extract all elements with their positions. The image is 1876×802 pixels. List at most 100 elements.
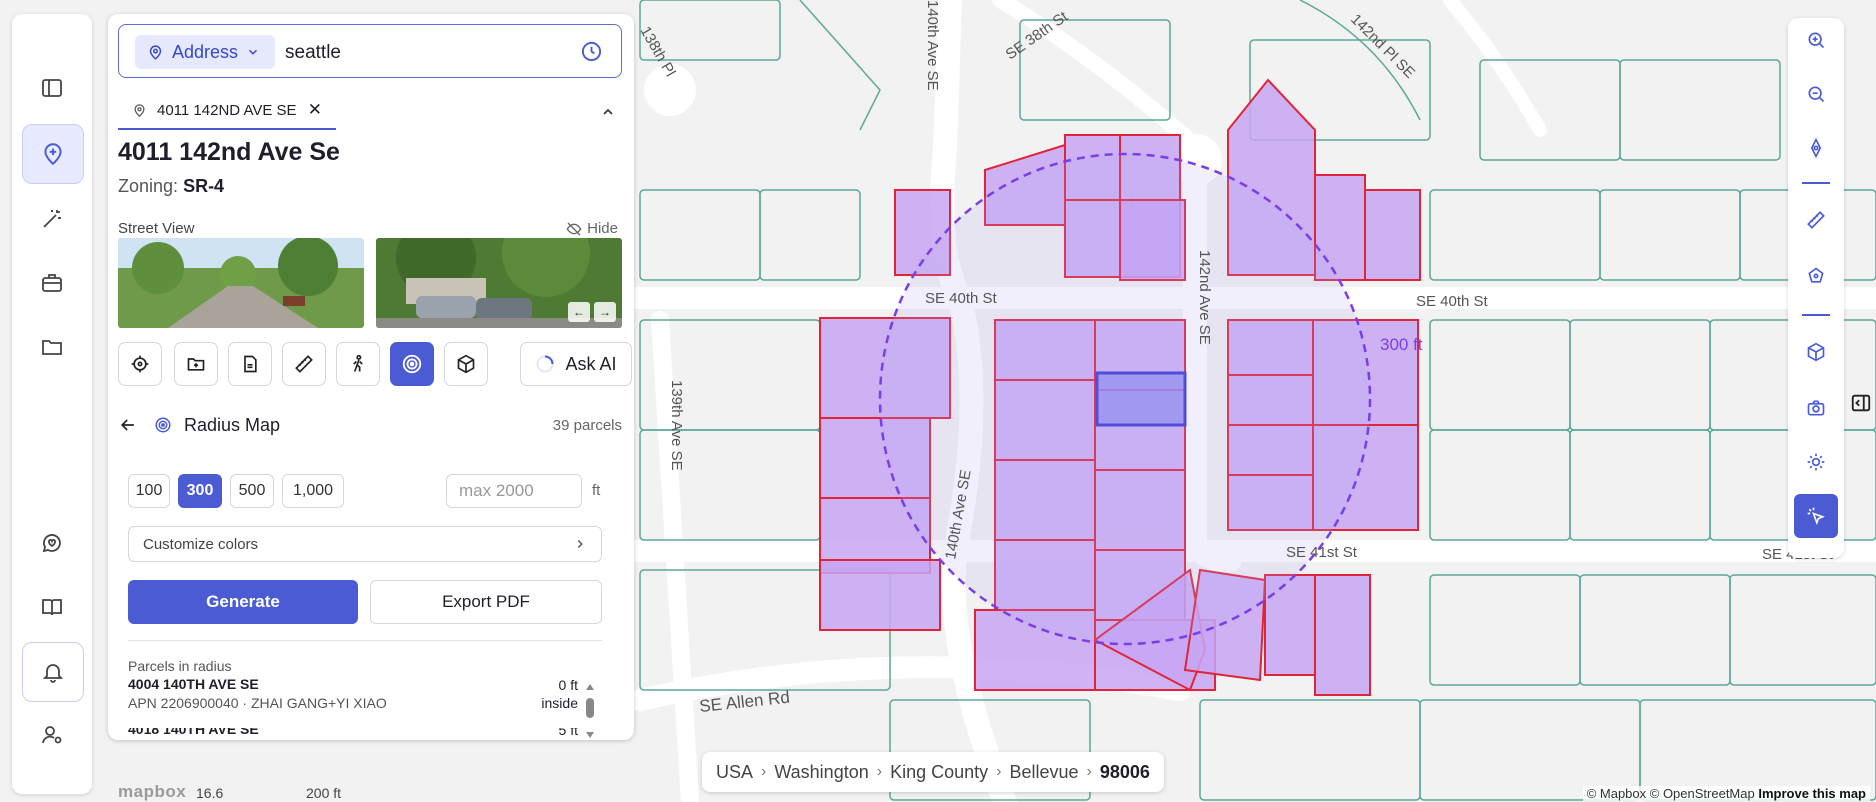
hide-street-view-button[interactable]: Hide <box>566 220 618 237</box>
right-panel-toggle[interactable] <box>1846 388 1876 418</box>
property-panel: Address 4011 142ND AVE SE ✕ 4011 142nd A… <box>108 14 634 740</box>
map-controls <box>1788 18 1844 558</box>
street-label: SE 40th St <box>1416 293 1489 310</box>
sidebar-panel-icon <box>42 79 62 97</box>
list-item[interactable]: 4004 140TH AVE SE APN 2206900040 · ZHAI … <box>128 676 578 711</box>
sun-icon <box>1807 453 1825 471</box>
back-arrow-icon[interactable] <box>118 415 138 435</box>
ask-ai-button[interactable]: Ask AI <box>520 342 632 386</box>
history-icon[interactable] <box>580 40 603 63</box>
polygon-draw-icon <box>1808 267 1824 283</box>
compass-icon <box>1810 138 1822 158</box>
mapbox-logo[interactable]: mapbox <box>118 782 186 802</box>
breadcrumb-item[interactable]: Washington <box>774 762 868 783</box>
street-label: SE 41st St <box>1286 544 1358 561</box>
close-tab-icon[interactable]: ✕ <box>308 100 322 120</box>
compass-button[interactable] <box>1794 126 1838 170</box>
ai-spinner-icon <box>536 355 555 373</box>
select-tool-button[interactable] <box>1794 494 1838 538</box>
tab-property[interactable]: 4011 142ND AVE SE ✕ <box>118 92 336 130</box>
improve-map-link[interactable]: Improve this map <box>1758 786 1866 801</box>
radius-option-100[interactable]: 100 <box>128 474 170 508</box>
panel-collapse-icon <box>1851 394 1871 412</box>
parcel-count: 39 parcels <box>552 416 622 434</box>
measure-tool-button[interactable] <box>282 342 326 386</box>
previous-image-button[interactable]: ← <box>568 302 590 322</box>
toggle-sidebar-button[interactable] <box>22 59 82 117</box>
radius-option-1000[interactable]: 1,000 <box>282 474 344 508</box>
zoom-level: 16.6 <box>196 785 224 801</box>
street-view-image[interactable]: ← → <box>376 238 622 328</box>
zoom-in-button[interactable] <box>1794 18 1838 62</box>
property-title: 4011 142nd Ave Se <box>118 138 340 166</box>
docs-button[interactable] <box>22 578 82 636</box>
attribution-text[interactable]: © Mapbox © OpenStreetMap <box>1587 786 1755 801</box>
3d-view-tool-button[interactable] <box>444 342 488 386</box>
next-image-button[interactable]: → <box>594 302 616 322</box>
zoom-out-button[interactable] <box>1794 72 1838 116</box>
breadcrumb-item[interactable]: Bellevue <box>1009 762 1078 783</box>
folder-plus-icon <box>187 358 205 371</box>
breadcrumb-current: 98006 <box>1099 761 1150 782</box>
radius-map-tool-button[interactable] <box>390 342 434 386</box>
radius-label: 300 ft <box>1380 335 1423 354</box>
breadcrumb-item[interactable]: King County <box>890 762 988 783</box>
parcel-list-scrollbar[interactable] <box>584 682 596 740</box>
walk-tool-button[interactable] <box>336 342 380 386</box>
walking-person-icon <box>353 354 363 372</box>
measure-map-button[interactable] <box>1794 198 1838 242</box>
cursor-click-icon <box>1807 507 1826 526</box>
ask-ai-label: Ask AI <box>565 353 617 374</box>
street-label: 139th Ave SE <box>668 380 685 471</box>
left-rail <box>12 14 92 794</box>
map-pin-icon <box>149 44 162 60</box>
add-to-folder-tool-button[interactable] <box>174 342 218 386</box>
generate-button[interactable]: Generate <box>128 580 358 624</box>
chevron-up-icon[interactable] <box>600 104 616 120</box>
parcel-apn: APN 2206900040 · ZHAI GANG+YI XIAO <box>128 695 387 711</box>
account-button[interactable] <box>22 706 82 764</box>
radius-option-500[interactable]: 500 <box>230 474 274 508</box>
radius-option-300[interactable]: 300 <box>178 474 222 508</box>
draw-polygon-button[interactable] <box>1794 254 1838 298</box>
cube-icon <box>457 354 475 374</box>
parcel-position: inside <box>541 695 578 711</box>
radar-icon <box>402 354 422 374</box>
search-input[interactable] <box>283 35 577 71</box>
locate-tool-button[interactable] <box>118 342 162 386</box>
briefcase-button[interactable] <box>22 254 82 312</box>
customize-colors-button[interactable]: Customize colors <box>128 526 602 562</box>
radar-icon <box>155 417 171 433</box>
tab-label: 4011 142ND AVE SE <box>157 101 297 119</box>
light-mode-button[interactable] <box>1794 440 1838 484</box>
magic-wand-icon <box>43 210 61 228</box>
search-mode-dropdown[interactable]: Address <box>135 35 275 69</box>
book-open-icon <box>42 599 62 616</box>
folder-button[interactable] <box>22 318 82 376</box>
chat-heart-icon <box>42 534 61 553</box>
street-view-image[interactable] <box>118 238 364 328</box>
3d-buildings-button[interactable] <box>1794 330 1838 374</box>
chevron-down-icon <box>249 49 258 55</box>
divider <box>128 640 602 641</box>
parcel-distance: 5 ft <box>558 728 578 738</box>
hide-label: Hide <box>587 220 618 237</box>
radius-map-title: Radius Map <box>184 414 281 435</box>
magic-wand-button[interactable] <box>22 190 82 248</box>
map-pin-icon <box>134 103 145 117</box>
ruler-icon <box>295 355 313 373</box>
list-item[interactable]: 4018 140TH AVE SE 5 ft <box>128 728 578 740</box>
parcels-in-radius-label: Parcels in radius <box>128 658 232 674</box>
export-pdf-button[interactable]: Export PDF <box>370 580 602 624</box>
scale-bar: 200 ft <box>306 785 342 801</box>
radius-map-header: Radius Map 39 parcels <box>118 408 622 442</box>
breadcrumb-item[interactable]: USA <box>716 762 753 783</box>
parcel-address: 4004 140TH AVE SE <box>128 676 259 692</box>
max-radius-input[interactable]: max 2000 <box>446 474 582 508</box>
feedback-button[interactable] <box>22 514 82 572</box>
notifications-button[interactable] <box>22 642 84 702</box>
screenshot-button[interactable] <box>1794 386 1838 430</box>
report-tool-button[interactable] <box>228 342 272 386</box>
zoning-value: SR-4 <box>183 176 225 196</box>
add-location-button[interactable] <box>22 124 84 184</box>
